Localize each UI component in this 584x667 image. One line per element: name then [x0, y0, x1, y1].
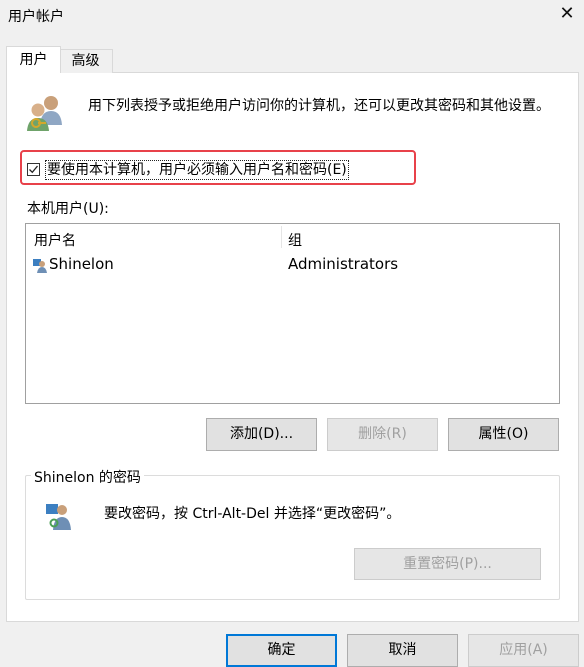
change-password-hint: 要改密码，按 Ctrl-Alt-Del 并选择“更改密码”。	[104, 506, 401, 522]
table-row-username[interactable]: Shinelon	[49, 255, 114, 273]
require-login-checkbox[interactable]	[27, 163, 40, 176]
user-icon	[32, 258, 48, 274]
require-login-label[interactable]: 要使用本计算机，用户必须输入用户名和密码(E)	[45, 160, 349, 180]
table-row-group[interactable]: Administrators	[288, 255, 398, 273]
close-icon[interactable]: ✕	[556, 0, 578, 28]
add-user-button[interactable]: 添加(D)...	[206, 418, 317, 451]
remove-user-button[interactable]: 删除(R)	[327, 418, 438, 451]
column-header-group[interactable]: 组	[288, 230, 302, 250]
ok-button[interactable]: 确定	[226, 634, 337, 667]
apply-button[interactable]: 应用(A)	[468, 634, 579, 667]
properties-button[interactable]: 属性(O)	[448, 418, 559, 451]
tab-advanced[interactable]: 高级	[59, 49, 113, 73]
tab-users[interactable]: 用户	[6, 46, 61, 73]
column-header-username[interactable]: 用户名	[34, 230, 76, 250]
local-users-label: 本机用户(U):	[27, 201, 109, 217]
user-key-icon	[44, 500, 76, 532]
reset-password-button[interactable]: 重置密码(P)...	[354, 548, 541, 580]
users-icon	[24, 93, 68, 135]
password-group-title: Shinelon 的密码	[31, 467, 144, 487]
description-text: 用下列表授予或拒绝用户访问你的计算机，还可以更改其密码和其他设置。	[88, 98, 550, 114]
column-separator	[281, 226, 282, 248]
password-groupbox	[25, 475, 560, 600]
window-title: 用户帐户	[8, 9, 64, 25]
users-list[interactable]: 用户名 组 Shinelon Administrators	[25, 223, 560, 404]
cancel-button[interactable]: 取消	[347, 634, 458, 667]
